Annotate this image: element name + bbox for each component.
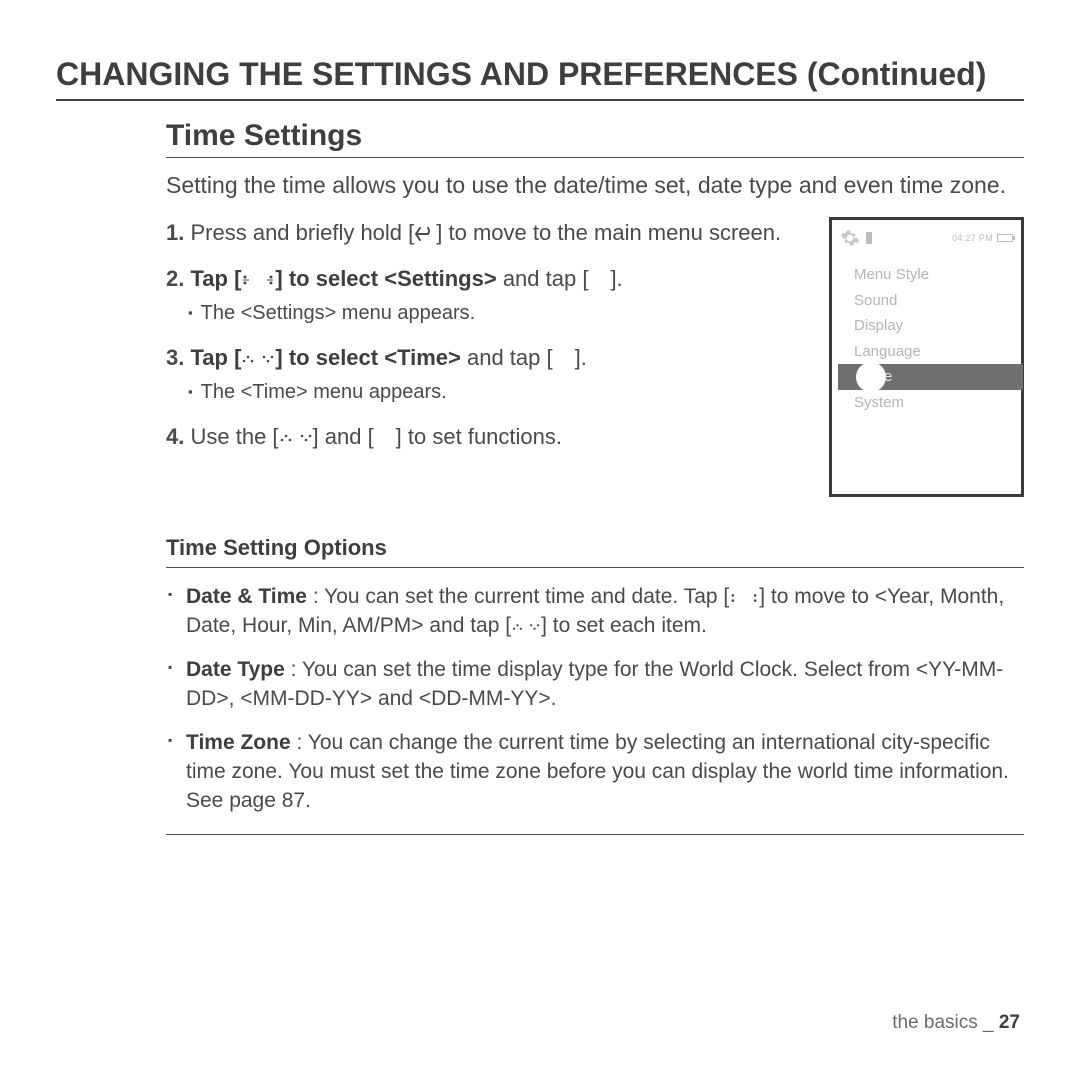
steps-list: 1. Press and briefly hold [] to move to … xyxy=(166,217,801,467)
menu-item: Menu Style xyxy=(854,262,1013,288)
step-2-c: <Settings> xyxy=(384,266,496,291)
gear-icon xyxy=(840,228,860,248)
status-time: 04:27 PM xyxy=(952,233,993,243)
step-2-a: Tap [ xyxy=(190,266,241,291)
left-right-icon xyxy=(729,592,759,604)
opt3-label: Time Zone xyxy=(186,731,291,754)
step-1: 1. Press and briefly hold [] to move to … xyxy=(166,217,801,249)
option-date-type: Date Type : You can set the time display… xyxy=(186,655,1020,714)
step-2-sub: The <Settings> menu appears. xyxy=(188,299,801,328)
status-bar: 04:27 PM xyxy=(952,233,1013,243)
opt1-label: Date & Time xyxy=(186,585,307,608)
page-number: 27 xyxy=(999,1012,1020,1033)
up-down-icon xyxy=(511,621,541,633)
device-screen: 04:27 PM Menu Style Sound Display Langua… xyxy=(829,217,1024,497)
opt2-text: : You can set the time display type for … xyxy=(186,658,1003,710)
step-3: 3. Tap [] to select <Time> and tap [ ]. … xyxy=(166,342,801,407)
opt3-text: : You can change the current time by sel… xyxy=(186,731,1009,813)
menu-item: Language xyxy=(854,339,1013,365)
intro-text: Setting the time allows you to use the d… xyxy=(166,170,1024,201)
menu-item-selected: e xyxy=(838,364,1023,390)
up-down-icon xyxy=(279,431,313,445)
opt1-c: ] to set each item. xyxy=(541,614,707,637)
device-menu: Menu Style Sound Display Language e Syst… xyxy=(840,262,1013,416)
opt1-a: : You can set the current time and date.… xyxy=(307,585,729,608)
selected-label: e xyxy=(884,368,892,385)
selection-highlight xyxy=(856,364,886,390)
opt2-label: Date Type xyxy=(186,658,285,681)
step-4-b: ] and [ ] to set functions. xyxy=(313,424,562,449)
options-list: Date & Time : You can set the current ti… xyxy=(186,582,1020,816)
menu-item: System xyxy=(854,390,1013,416)
left-right-icon xyxy=(241,273,275,287)
footer-text: the basics _ xyxy=(892,1012,999,1033)
up-down-icon xyxy=(241,352,275,366)
step-4: 4. Use the [] and [ ] to set functions. xyxy=(166,421,801,453)
options-heading: Time Setting Options xyxy=(166,535,1024,568)
menu-item: Sound xyxy=(854,288,1013,314)
step-3-a: Tap [ xyxy=(190,345,241,370)
step-3-c: <Time> xyxy=(384,345,461,370)
page-footer: the basics _ 27 xyxy=(892,1012,1020,1034)
step-3-b: ] to select xyxy=(275,345,384,370)
menu-item: Display xyxy=(854,313,1013,339)
page-heading: CHANGING THE SETTINGS AND PREFERENCES (C… xyxy=(56,56,1024,101)
section-heading: Time Settings xyxy=(166,119,1024,158)
option-date-time: Date & Time : You can set the current ti… xyxy=(186,582,1020,641)
notch-icon xyxy=(866,232,872,244)
battery-icon xyxy=(997,234,1013,242)
step-3-sub: The <Time> menu appears. xyxy=(188,378,801,407)
step-2-b: ] to select xyxy=(275,266,384,291)
step-4-a: Use the [ xyxy=(190,424,278,449)
option-time-zone: Time Zone : You can change the current t… xyxy=(186,728,1020,816)
step-1-b: ] to move to the main menu screen. xyxy=(436,220,781,245)
step-2-d: and tap [ ]. xyxy=(497,266,623,291)
step-1-a: Press and briefly hold [ xyxy=(190,220,414,245)
step-2: 2. Tap [] to select <Settings> and tap [… xyxy=(166,263,801,328)
back-icon xyxy=(414,226,436,242)
step-3-d: and tap [ ]. xyxy=(461,345,587,370)
